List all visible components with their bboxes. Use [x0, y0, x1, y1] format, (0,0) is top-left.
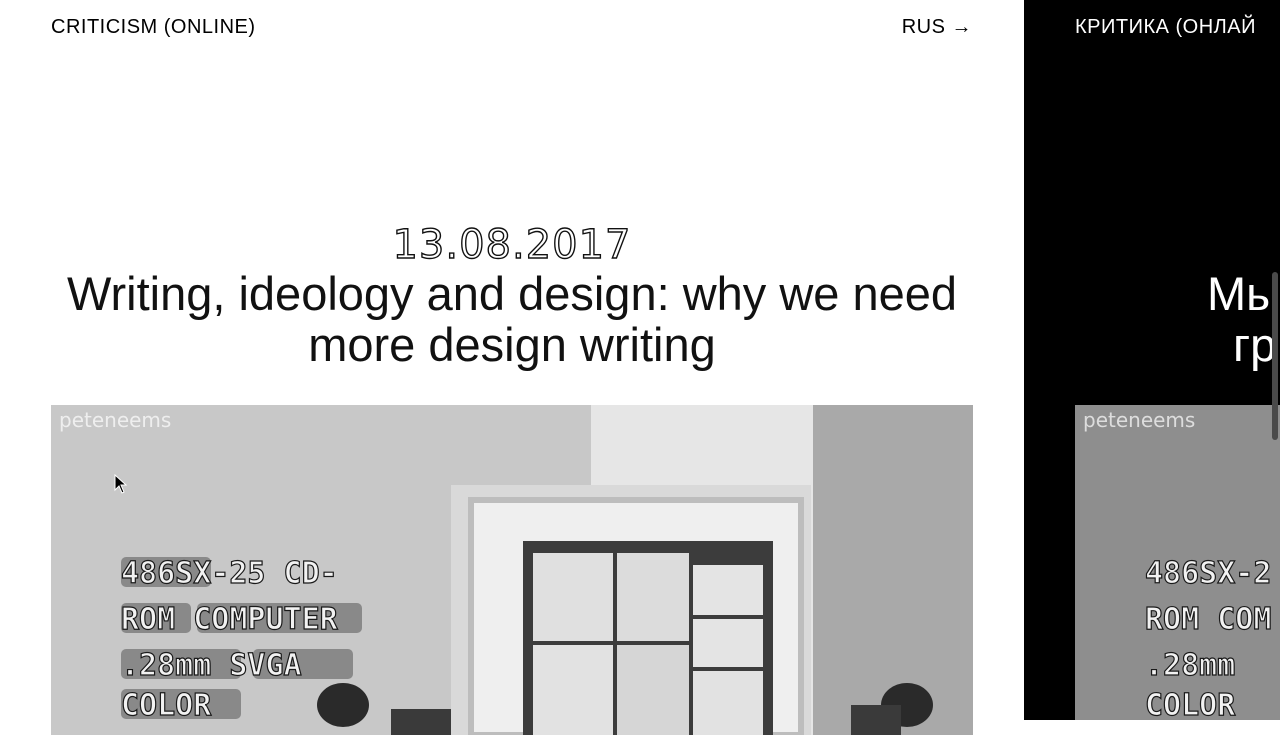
article-hero-image-ru: peteneems 486SX-2 ROM COM .28mm COLOR — [1075, 405, 1280, 720]
article-panel-english: CRITICISM (ONLINE) RUS → 13.08.2017 Writ… — [0, 0, 1024, 735]
post-title-ru-line: Мы — [1207, 267, 1280, 320]
mouse-pointer-icon — [114, 474, 128, 494]
sign-line: .28mm SVGA — [121, 648, 302, 683]
post-title[interactable]: Writing, ideology and design: why we nee… — [51, 268, 973, 370]
scrollbar-thumb[interactable] — [1272, 272, 1278, 440]
sign-line: .28mm — [1145, 648, 1235, 683]
image-watermark: peteneems — [59, 408, 171, 432]
article-panel-russian: КРИТИКА (ОНЛАЙ Мы гр peteneems 486SX-2 R… — [1024, 0, 1280, 720]
image-watermark: peteneems — [1083, 408, 1195, 432]
post-date: 13.08.2017 — [392, 221, 632, 268]
post-title-ru-line: гр — [1233, 318, 1277, 371]
computer-photo-graphic: peteneems 486SX-25 CD- ROM COMPUTER .28m… — [51, 405, 973, 735]
site-title-link[interactable]: CRITICISM (ONLINE) — [51, 16, 256, 39]
sign-line: ROM COM — [1145, 602, 1271, 637]
language-switch-link[interactable]: RUS → — [902, 16, 972, 39]
site-title-ru-link[interactable]: КРИТИКА (ОНЛАЙ — [1075, 16, 1256, 39]
article-hero-image: peteneems 486SX-25 CD- ROM COMPUTER .28m… — [51, 405, 973, 735]
computer-photo-graphic: peteneems 486SX-2 ROM COM .28mm COLOR — [1075, 405, 1280, 720]
sign-line: COLOR — [1145, 688, 1236, 720]
post-title-ru[interactable]: Мы гр — [1207, 268, 1280, 370]
sign-line: 486SX-2 — [1145, 556, 1271, 591]
sign-line: 486SX-25 CD- — [121, 556, 338, 591]
sign-line: ROM COMPUTER — [121, 602, 339, 637]
sign-line: COLOR — [121, 688, 212, 723]
